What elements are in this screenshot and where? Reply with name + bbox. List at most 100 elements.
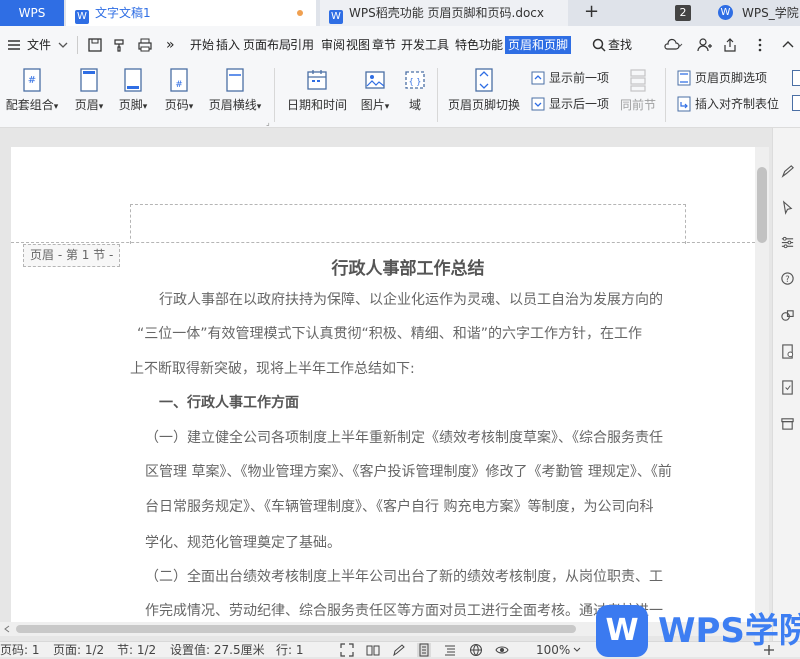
document-tab-1[interactable]: W 文字文稿1	[66, 0, 316, 26]
status-row[interactable]: 行: 1	[276, 642, 304, 659]
zoom-level[interactable]: 100%	[536, 642, 570, 659]
web-view-icon[interactable]	[469, 643, 483, 657]
header-footer-switch-button[interactable]: 页眉页脚切换	[446, 62, 522, 122]
help-icon[interactable]: ?	[780, 271, 795, 286]
picture-button[interactable]: 图片▾	[355, 62, 395, 122]
hamburger-menu-icon[interactable]	[6, 37, 22, 53]
search-icon[interactable]	[591, 37, 607, 53]
page-view-icon[interactable]	[417, 643, 431, 657]
body-line: 上不断取得新突破，现将上半年工作总结如下:	[130, 361, 415, 377]
search-label[interactable]: 查找	[608, 26, 632, 64]
wps-home-tab[interactable]: WPS	[0, 0, 64, 26]
page-number-label: 页码▾	[164, 98, 194, 112]
document-page[interactable]: 页眉 - 第 1 节 - 行政人事部工作总结 行政人事部在以政府扶持为保障、以企…	[11, 147, 755, 627]
matching-set-button[interactable]: # 配套组合▾	[2, 62, 62, 122]
vertical-scrollbar[interactable]	[755, 147, 769, 641]
show-next-label: 显示后一项	[549, 97, 610, 111]
header-footer-options-button[interactable]: 页眉页脚选项	[676, 69, 776, 87]
menu-item-1[interactable]: 插入	[216, 26, 240, 64]
archive-icon[interactable]	[780, 416, 795, 431]
body-line: 作完成情况、劳动纪律、综合服务责任区等方面对员工进行全面考核。通过考核进一	[145, 603, 663, 619]
new-tab-button[interactable]: +	[584, 1, 599, 22]
matching-set-label: 配套组合▾	[5, 98, 59, 112]
status-page[interactable]: 页面: 1/2	[53, 642, 104, 659]
footer-button[interactable]: 页脚▾	[112, 62, 154, 122]
page-number-button[interactable]: # 页码▾	[158, 62, 200, 122]
edit-mode-icon[interactable]	[392, 643, 406, 657]
date-time-label: 日期和时间	[286, 98, 347, 112]
tab-stop-icon	[677, 96, 691, 112]
collapse-ribbon-icon[interactable]	[780, 37, 796, 53]
status-page-number[interactable]: 页码: 1	[0, 642, 40, 659]
insert-tab-stop-button[interactable]: 插入对齐制表位	[676, 95, 786, 113]
header-line-label: 页眉横线▾	[208, 98, 262, 112]
file-menu[interactable]: 文件	[27, 26, 51, 64]
menu-item-5[interactable]: 视图	[346, 26, 370, 64]
picture-label: 图片▾	[360, 98, 390, 112]
outline-view-icon[interactable]	[443, 643, 457, 657]
svg-text:#: #	[28, 75, 36, 86]
chevron-down-icon[interactable]	[572, 643, 582, 657]
window-count-badge[interactable]: 2	[675, 5, 691, 21]
show-next-button[interactable]: 显示后一项	[530, 95, 620, 113]
chevron-down-icon[interactable]	[57, 37, 69, 53]
shapes-icon[interactable]	[780, 308, 795, 323]
insert-tab-stop-label: 插入对齐制表位	[695, 97, 780, 111]
menu-item-0[interactable]: 开始	[190, 26, 214, 64]
overflow-icon[interactable]	[792, 70, 800, 86]
cursor-icon[interactable]	[780, 200, 795, 215]
menu-item-6[interactable]: 章节	[372, 26, 396, 64]
body-line: 行政人事部在以政府扶持为保障、以企业化运作为灵魂、以员工自治为发展方向的	[159, 292, 663, 308]
document-tab-2[interactable]: W WPS稻壳功能 页眉页脚和页码.docx	[320, 0, 568, 26]
user-name[interactable]: WPS_学院	[742, 0, 799, 26]
pen-icon[interactable]	[780, 164, 795, 179]
menu-item-7[interactable]: 开发工具	[401, 26, 449, 64]
header-line-button[interactable]: 页眉横线▾	[204, 62, 266, 122]
field-icon: { }	[405, 71, 425, 89]
footer-label: 页脚▾	[118, 98, 148, 112]
menu-item-2[interactable]: 页面布局	[243, 26, 291, 64]
picture-icon	[365, 71, 385, 89]
date-time-button[interactable]: 日期和时间	[282, 62, 352, 122]
cloud-sync-icon[interactable]	[662, 37, 684, 53]
scroll-left-icon[interactable]	[2, 624, 12, 634]
header-edit-region[interactable]	[130, 204, 686, 244]
group-launcher-icon[interactable]: ⌟	[266, 118, 270, 127]
fullscreen-icon[interactable]	[340, 643, 354, 657]
document-check-icon[interactable]	[780, 380, 795, 395]
scrollbar-thumb[interactable]	[16, 625, 576, 633]
scrollbar-thumb[interactable]	[757, 167, 767, 243]
format-painter-icon[interactable]	[112, 37, 128, 53]
sliders-icon[interactable]	[780, 235, 795, 250]
page-number-icon: #	[170, 68, 188, 92]
same-as-previous-label: 同前节	[619, 98, 656, 112]
export-share-icon[interactable]	[722, 37, 738, 53]
menu-item-9[interactable]: 页眉和页脚	[505, 36, 572, 54]
document-title: 行政人事部工作总结	[331, 259, 485, 279]
menu-item-3[interactable]: 引用	[290, 26, 314, 64]
more-menu-icon[interactable]: »	[166, 26, 175, 64]
field-button[interactable]: { } 域	[400, 62, 430, 122]
overflow-icon[interactable]	[792, 95, 800, 111]
show-previous-button[interactable]: 显示前一项	[530, 69, 620, 87]
document-settings-icon[interactable]	[780, 344, 795, 359]
eye-protection-icon[interactable]	[495, 643, 509, 657]
body-line: （一）建立健全公司各项制度上半年重新制定《绩效考核制度草案》、《综合服务责任	[145, 430, 663, 446]
status-setting-value[interactable]: 设置值: 27.5厘米	[170, 642, 265, 659]
ribbon-divider	[437, 68, 438, 122]
header-button[interactable]: 页眉▾	[68, 62, 110, 122]
header-line-icon	[226, 68, 244, 92]
more-options-icon[interactable]	[756, 37, 764, 53]
calendar-icon	[307, 70, 327, 90]
status-section[interactable]: 节: 1/2	[117, 642, 156, 659]
user-avatar-icon[interactable]: W	[718, 5, 733, 20]
ribbon-divider	[665, 68, 666, 122]
header-boundary-line	[11, 242, 755, 243]
print-icon[interactable]	[137, 37, 153, 53]
share-user-icon[interactable]	[696, 37, 712, 53]
menu-item-8[interactable]: 特色功能	[455, 26, 503, 64]
same-as-previous-button[interactable]: 同前节	[618, 62, 658, 122]
menu-item-4[interactable]: 审阅	[321, 26, 345, 64]
reading-mode-icon[interactable]	[366, 643, 380, 657]
save-icon[interactable]	[87, 37, 103, 53]
